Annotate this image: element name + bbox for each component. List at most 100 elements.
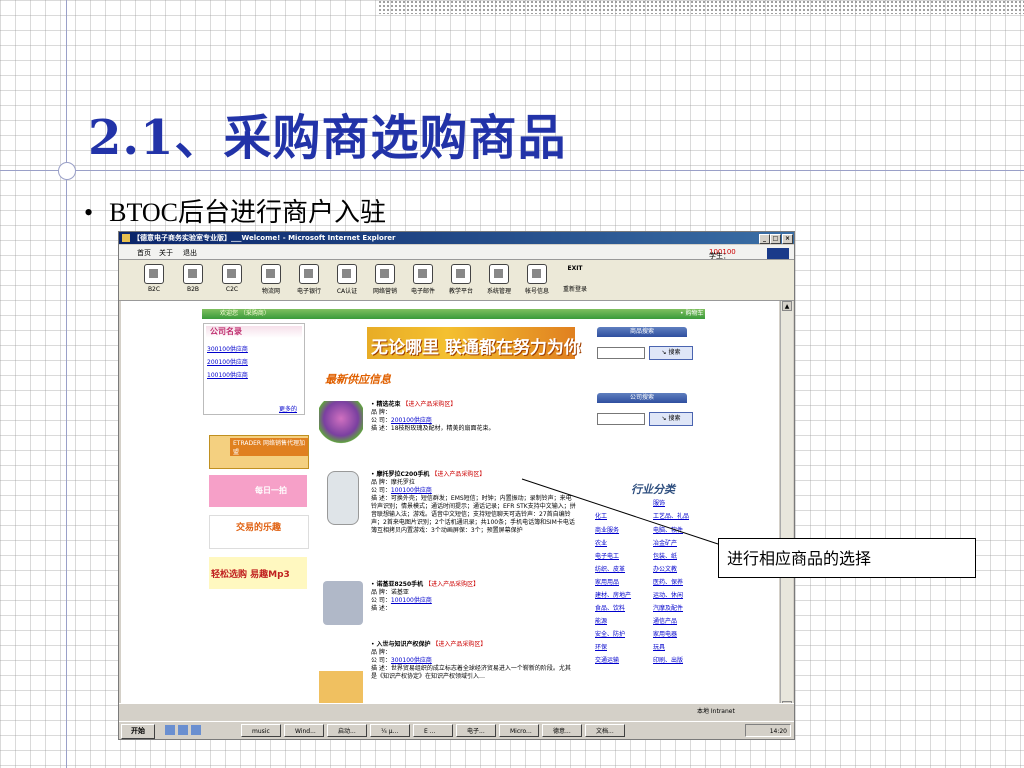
toolbar-c2c[interactable]: C2C — [217, 264, 247, 293]
task-button[interactable]: 文档... — [585, 724, 625, 737]
industry-link[interactable]: 冶金矿产 — [653, 538, 677, 547]
product-company-link[interactable]: 100100供应商 — [391, 487, 432, 494]
product-name[interactable]: 诺基亚8250手机 — [376, 581, 423, 588]
product-company-link[interactable]: 200100供应商 — [391, 417, 432, 424]
company-search-button[interactable]: ↘ 搜索 — [649, 412, 693, 426]
industry-link[interactable]: 化工 — [595, 511, 607, 520]
menu-about[interactable]: 关于 — [159, 248, 173, 258]
task-button[interactable]: Micro... — [499, 724, 539, 737]
product-image-nokia[interactable] — [323, 581, 363, 625]
menu-logout[interactable]: 退出 — [183, 248, 197, 258]
toolbar-logistics[interactable]: 物流网 — [256, 264, 286, 295]
industry-link[interactable]: 交通运输 — [595, 655, 619, 664]
industry-link[interactable]: 医药、保养 — [653, 577, 683, 586]
toolbar-label: 电子邮件 — [410, 288, 435, 295]
task-button[interactable]: 德意... — [542, 724, 582, 737]
ad-trade-fun[interactable]: 交易的乐趣 — [209, 515, 309, 549]
system-tray-clock: 14:20 — [745, 724, 791, 737]
company-link[interactable]: 200100供应商 — [207, 357, 248, 366]
minimize-button[interactable]: _ — [759, 234, 770, 244]
quicklaunch-ie-icon[interactable] — [165, 725, 175, 735]
unicom-banner[interactable]: 无论哪里 联通都在努力为你 — [319, 327, 581, 359]
task-button[interactable]: music — [241, 724, 281, 737]
industry-link[interactable]: 服饰 — [653, 498, 665, 507]
industry-link[interactable]: 通信产品 — [653, 616, 677, 625]
latest-supply-title: 最新供应信息 — [325, 373, 391, 386]
toolbar-b2b[interactable]: B2B — [178, 264, 208, 293]
industry-link[interactable]: 家用用品 — [595, 577, 619, 586]
toolbar-account[interactable]: 帐号信息 — [522, 264, 552, 295]
product-name[interactable]: 摩托罗拉C200手机 — [376, 471, 429, 478]
search-button-label: 搜索 — [668, 349, 681, 356]
module-toolbar: B2C B2B C2C 物流网 电子银行 CA认证 网络营销 电子邮件 教学平台… — [119, 260, 794, 301]
toolbar-ca[interactable]: CA认证 — [332, 264, 362, 295]
company-link[interactable]: 300100供应商 — [207, 344, 248, 353]
task-button[interactable]: E ... — [413, 724, 453, 737]
industry-link[interactable]: 汽摩及配件 — [653, 603, 683, 612]
ad-etrader[interactable]: ETRADER 网络销售代理加盟 — [209, 435, 309, 469]
toolbar-marketing[interactable]: 网络营销 — [370, 264, 400, 295]
toolbar-relogin[interactable]: EXIT 重新登录 — [560, 264, 590, 293]
slide-guide-horizontal — [0, 170, 1024, 171]
product-company-link[interactable]: 300100供应商 — [391, 657, 432, 664]
product-image-flowers[interactable] — [319, 401, 363, 445]
quicklaunch-desktop-icon[interactable] — [191, 725, 201, 735]
product-enter-link[interactable]: 【进入产品采购区】 — [402, 401, 456, 408]
toolbar-label: C2C — [225, 286, 239, 293]
task-button[interactable]: 电子... — [456, 724, 496, 737]
industry-link[interactable]: 安全、防护 — [595, 629, 625, 638]
industry-link[interactable]: 环保 — [595, 642, 607, 651]
industry-link[interactable]: 食品、饮料 — [595, 603, 625, 612]
industry-link[interactable]: 玩具 — [653, 642, 665, 651]
industry-link[interactable]: 能源 — [595, 616, 607, 625]
b2b-icon — [183, 264, 203, 284]
industry-link[interactable]: 商业服务 — [595, 525, 619, 534]
truck-icon — [261, 264, 281, 284]
product-company-label: 公 司： — [371, 597, 391, 604]
industry-link[interactable]: 家用电器 — [653, 629, 677, 638]
scroll-up-arrow[interactable]: ▲ — [782, 301, 792, 311]
product-enter-link[interactable]: 【进入产品采购区】 — [432, 641, 486, 648]
product-search-input[interactable] — [597, 347, 645, 359]
close-button[interactable]: × — [782, 234, 793, 244]
task-button[interactable]: ¼ µ... — [370, 724, 410, 737]
industry-link[interactable]: 农业 — [595, 538, 607, 547]
status-bar: 本地 Intranet — [119, 703, 794, 716]
toolbar-b2c[interactable]: B2C — [139, 264, 169, 293]
start-button[interactable]: 开始 — [121, 724, 155, 739]
industry-link[interactable]: 纺织、皮革 — [595, 564, 625, 573]
product-company-link[interactable]: 100100供应商 — [391, 597, 432, 604]
window-titlebar[interactable]: 【德意电子商务实验室专业版】___Welcome! - Microsoft In… — [119, 232, 794, 244]
product-name[interactable]: 精选花束 — [376, 401, 400, 408]
product-name[interactable]: 入世与知识产权保护 — [376, 641, 430, 648]
product-enter-link[interactable]: 【进入产品采购区】 — [431, 471, 485, 478]
unicom-logo — [319, 327, 367, 359]
toolbar-email[interactable]: 电子邮件 — [408, 264, 438, 295]
menu-home[interactable]: 首页 — [137, 248, 151, 258]
industry-link[interactable]: 包装、纸 — [653, 551, 677, 560]
product-image-motorola[interactable] — [327, 471, 359, 525]
task-button[interactable]: Wind... — [284, 724, 324, 737]
company-link[interactable]: 100100供应商 — [207, 370, 248, 379]
product-enter-link[interactable]: 【进入产品采购区】 — [425, 581, 479, 588]
product-search-button[interactable]: ↘ 搜索 — [649, 346, 693, 360]
industry-link[interactable]: 工艺品、礼品 — [653, 511, 689, 520]
toolbar-label: CA认证 — [336, 288, 358, 295]
industry-link[interactable]: 电脑、软件 — [653, 525, 683, 534]
quicklaunch-explorer-icon[interactable] — [178, 725, 188, 735]
industry-link[interactable]: 建材、房地产 — [595, 590, 631, 599]
vertical-scrollbar[interactable]: ▲ ▼ — [780, 301, 793, 713]
toolbar-teaching[interactable]: 教学平台 — [446, 264, 476, 295]
industry-link[interactable]: 电子电工 — [595, 551, 619, 560]
industry-link[interactable]: 办公文教 — [653, 564, 677, 573]
ad-daily-auction[interactable]: 每日一拍 — [209, 475, 307, 507]
maximize-button[interactable]: □ — [770, 234, 781, 244]
industry-link[interactable]: 运动、休闲 — [653, 590, 683, 599]
more-link[interactable]: 更多的 — [279, 404, 297, 413]
ad-mp3[interactable]: 轻松选购 易趣Mp3 — [209, 557, 307, 589]
toolbar-sysadmin[interactable]: 系统管理 — [484, 264, 514, 295]
company-search-input[interactable] — [597, 413, 645, 425]
toolbar-ebank[interactable]: 电子银行 — [294, 264, 324, 295]
task-button[interactable]: 启动... — [327, 724, 367, 737]
industry-link[interactable]: 印刷、出版 — [653, 655, 683, 664]
